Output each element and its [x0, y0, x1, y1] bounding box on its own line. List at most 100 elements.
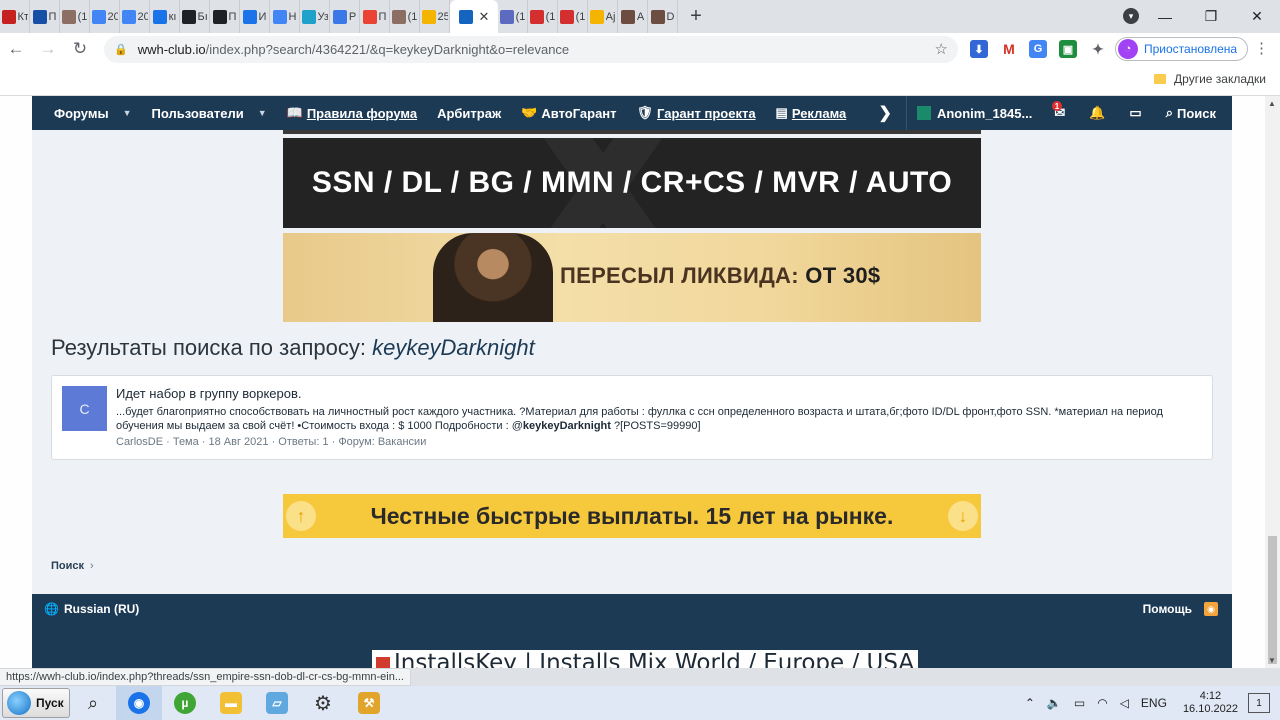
browser-tab[interactable]: И [240, 0, 270, 33]
browser-tab[interactable]: 25 [420, 0, 450, 33]
maximize-button[interactable]: ❐ [1188, 0, 1234, 33]
forum-nav-item[interactable]: ▤ Реклама [766, 96, 857, 130]
status-bar: https://wwh-club.io/index.php?threads/ss… [0, 668, 411, 686]
rss-icon[interactable]: ◉ [1204, 602, 1218, 616]
scroll-down-icon[interactable]: ▼ [1268, 656, 1276, 665]
browser-tab[interactable]: Р [330, 0, 360, 33]
page-scrollbar[interactable]: ▲ ▼ [1265, 96, 1280, 668]
language-chooser[interactable]: 🌐 Russian (RU) [44, 602, 139, 616]
settings-gear-icon[interactable]: ⚙ [300, 686, 346, 720]
browser-tab[interactable]: D [648, 0, 678, 33]
user-avatar-icon [916, 106, 931, 120]
tab-label: П [228, 10, 237, 23]
profile-button[interactable]: ◔ Приостановлена [1115, 37, 1249, 61]
other-bookmarks[interactable]: Другие закладки [1154, 72, 1266, 86]
shield-icon: 🛡 [636, 105, 654, 120]
tool-icon[interactable]: ⚒ [346, 686, 392, 720]
new-tab-button[interactable]: + [682, 0, 710, 33]
tab-favicon-icon [391, 9, 406, 24]
ad-banner-liquidity[interactable]: ПЕРЕСЫЛ ЛИКВИДА: ОТ 30$ [283, 233, 981, 322]
tab-close-icon[interactable]: ✕ [479, 9, 490, 25]
volume-icon[interactable]: ◁ [1120, 696, 1129, 710]
user-account-menu[interactable]: Anonim_1845... [907, 96, 1042, 130]
forum-nav-item[interactable]: 🛡 Гарант проекта [627, 96, 766, 130]
language-indicator[interactable]: ENG [1141, 696, 1167, 710]
banner-payouts-text: Честные быстрые выплаты. 15 лет на рынке… [370, 502, 894, 529]
network-icon[interactable]: ▭ [1074, 696, 1085, 710]
speaker-icon[interactable]: 🔈 [1047, 696, 1062, 710]
breadcrumb[interactable]: Поиск › [51, 560, 94, 572]
reload-button[interactable]: ↻ [64, 33, 96, 65]
tab-favicon-icon [242, 9, 257, 24]
tab-search-icon[interactable]: ▾ [1123, 8, 1139, 24]
chevron-up-icon[interactable]: ⌃ [1025, 696, 1035, 710]
browser-tab[interactable]: П [30, 0, 60, 33]
chevron-down-icon[interactable]: ▼ [258, 108, 267, 118]
browser-menu-icon[interactable]: ⋮ [1254, 39, 1269, 57]
bookmark-star-icon[interactable]: ☆ [935, 40, 948, 58]
browser-tab[interactable]: (1 [498, 0, 528, 33]
chevron-down-icon[interactable]: ▼ [123, 108, 132, 118]
forum-nav-item[interactable]: Арбитраж [427, 96, 511, 130]
browser-tab[interactable]: П [210, 0, 240, 33]
tab-label: (1 [407, 10, 418, 23]
wifi-icon[interactable]: ◠ [1097, 696, 1107, 710]
browser-tab[interactable]: (1 [528, 0, 558, 33]
forum-nav-item[interactable]: Пользователи ▼ [142, 96, 277, 130]
utorrent-icon[interactable]: µ [162, 686, 208, 720]
close-window-button[interactable]: ✕ [1234, 0, 1280, 33]
alerts-bell-icon[interactable]: 🔔 [1077, 96, 1117, 130]
file-explorer-icon[interactable]: ▬ [208, 686, 254, 720]
browser-tab[interactable]: (1 [558, 0, 588, 33]
chrome-taskbar-icon[interactable]: ◉ [116, 686, 162, 720]
extensions-puzzle-icon[interactable]: ✦ [1089, 40, 1107, 58]
ad-banner-payouts[interactable]: ↑ Честные быстрые выплаты. 15 лет на рын… [283, 494, 981, 538]
browser-tab[interactable]: 20 [90, 0, 120, 33]
minimize-button[interactable]: — [1142, 0, 1188, 33]
clock[interactable]: 4:12 16.10.2022 [1183, 690, 1238, 716]
forum-nav-item[interactable]: 🤝 АвтоГарант [511, 96, 626, 130]
back-button[interactable]: ← [0, 33, 32, 65]
notification-center-icon[interactable]: 1 [1248, 693, 1270, 713]
bookmarks-bar: Другие закладки [0, 65, 1280, 96]
result-title-link[interactable]: Идет набор в группу воркеров. [116, 386, 302, 401]
extension-download-icon[interactable]: ⬇ [970, 40, 988, 58]
help-link[interactable]: Помощь [1143, 602, 1192, 616]
avatar[interactable]: C [62, 386, 107, 431]
ad-banner-ssn[interactable]: SSN / DL / BG / MMN / CR+CS / MVR / AUTO [283, 138, 981, 228]
browser-tab[interactable]: Уз [300, 0, 330, 33]
browser-tab[interactable]: Кт [0, 0, 30, 33]
wallet-icon[interactable]: ▭ [1117, 96, 1153, 130]
browser-tab[interactable]: Ај [588, 0, 618, 33]
forum-navigation: Форумы ▼ Пользователи ▼ 📖 Правила форума Арбит… [32, 96, 1232, 130]
browser-tab-active[interactable]: ✕ [450, 0, 498, 33]
browser-tab[interactable]: 20 [120, 0, 150, 33]
browser-tab[interactable]: (1 [60, 0, 90, 33]
search-icon[interactable]: ⌕ [70, 686, 116, 720]
forward-button[interactable]: → [32, 33, 64, 65]
browser-tab[interactable]: Н [270, 0, 300, 33]
nav-more-arrow-icon[interactable]: ❯ [865, 96, 906, 130]
translate-icon[interactable]: G [1029, 40, 1047, 58]
installs-overlay-text[interactable]: InstallsKey | Installs Mix World / Europ… [372, 650, 919, 668]
forum-nav-item[interactable]: Форумы ▼ [32, 96, 142, 130]
browser-tab[interactable]: кı [150, 0, 180, 33]
notes-icon[interactable]: ▱ [254, 686, 300, 720]
start-button[interactable]: Пуск [2, 688, 70, 718]
tab-label: (1 [545, 10, 556, 23]
scroll-up-icon[interactable]: ▲ [1268, 99, 1276, 108]
tab-label: Ај [605, 10, 616, 23]
extension-green-icon[interactable]: ▣ [1059, 40, 1077, 58]
tab-label: Бı [197, 10, 208, 23]
browser-toolbar: ← → ↻ 🔒 wwh-club.io/index.php?search/436… [0, 33, 1280, 65]
scrollbar-thumb[interactable] [1268, 536, 1277, 664]
address-bar[interactable]: 🔒 wwh-club.io/index.php?search/4364221/&… [104, 36, 958, 63]
browser-tab[interactable]: Бı [180, 0, 210, 33]
browser-tab[interactable]: П [360, 0, 390, 33]
browser-tab[interactable]: (1 [390, 0, 420, 33]
page-viewport: Форумы ▼ Пользователи ▼ 📖 Правила форума Арбит… [0, 96, 1280, 668]
forum-search-button[interactable]: ⌕ Поиск [1154, 96, 1232, 130]
forum-nav-item[interactable]: 📖 Правила форума [277, 96, 427, 130]
browser-tab[interactable]: А [618, 0, 648, 33]
gmail-icon[interactable]: M [1000, 40, 1018, 58]
